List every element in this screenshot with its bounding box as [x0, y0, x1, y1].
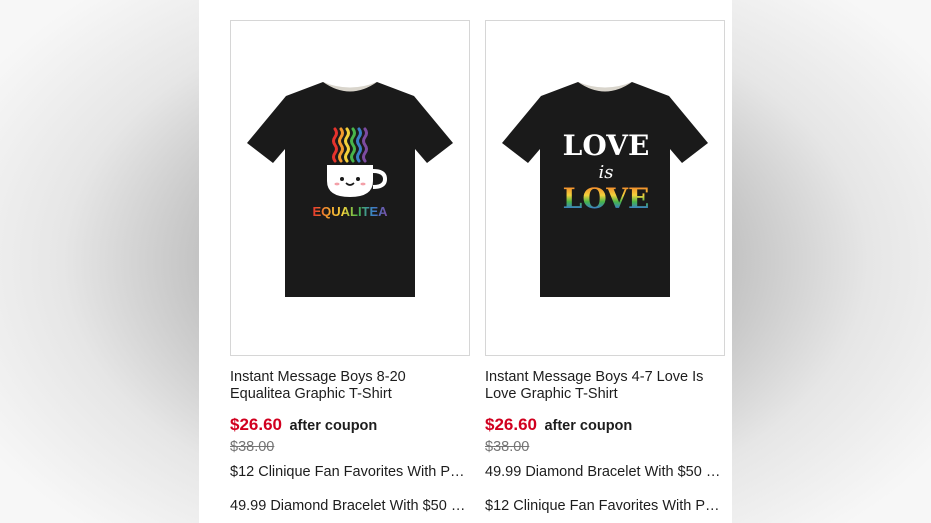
product-image[interactable]: LOVE is LOVE: [485, 20, 725, 356]
product-title[interactable]: Instant Message Boys 8-20 Equalitea Grap…: [230, 369, 470, 403]
original-price: $38.00: [485, 439, 530, 455]
promo-offer[interactable]: 49.99 Diamond Bracelet With $50 Purchase: [230, 496, 468, 516]
price-note: after coupon: [289, 418, 378, 434]
product-card[interactable]: LOVE is LOVE Instant Message Boys 4-7 Lo…: [485, 20, 725, 516]
love-top-text: LOVE: [563, 129, 650, 162]
equalitea-graphic-text: EQUALITEA: [312, 204, 388, 219]
tshirt-love-is-love-image: LOVE is LOVE: [502, 82, 708, 297]
product-title[interactable]: Instant Message Boys 4-7 Love Is Love Gr…: [485, 369, 725, 403]
product-image[interactable]: EQUALITEA: [230, 20, 470, 356]
promo-offer[interactable]: 49.99 Diamond Bracelet With $50 Purchase: [485, 462, 723, 482]
price-row: $26.60 after coupon: [485, 415, 725, 437]
tshirt-equalitea-image: EQUALITEA: [247, 82, 453, 297]
promo-offer[interactable]: $12 Clinique Fan Favorites With Purchase: [230, 462, 468, 482]
product-card[interactable]: EQUALITEA Instant Message Boys 8-20 Equa…: [230, 20, 470, 516]
price-note: after coupon: [544, 418, 633, 434]
original-price: $38.00: [230, 439, 275, 455]
product-grid: EQUALITEA Instant Message Boys 8-20 Equa…: [199, 0, 732, 523]
is-text: is: [599, 162, 614, 183]
price-row: $26.60 after coupon: [230, 415, 470, 437]
sale-price: $26.60: [485, 415, 537, 434]
love-bottom-text: LOVE: [563, 182, 650, 215]
sale-price: $26.60: [230, 415, 282, 434]
promo-offer[interactable]: $12 Clinique Fan Favorites With Purchase: [485, 496, 723, 516]
